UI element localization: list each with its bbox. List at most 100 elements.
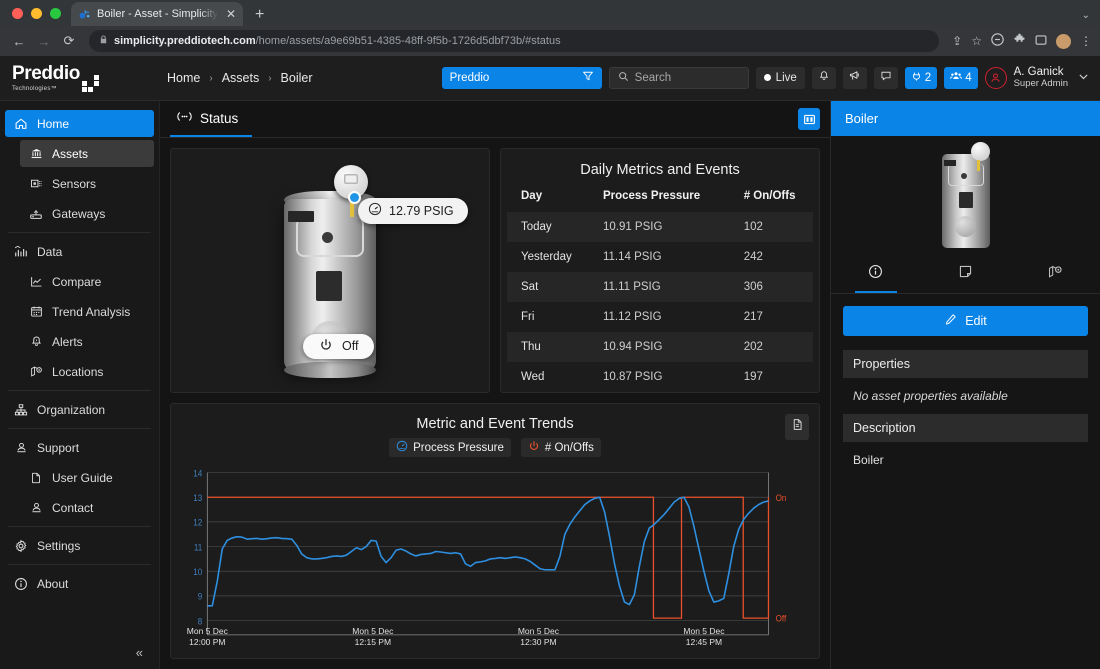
x-tick-label: Mon 5 Dec 12:15 PM xyxy=(352,626,394,648)
sidebar-item-gateways[interactable]: Gateways xyxy=(20,200,154,227)
window-expand-icon[interactable]: ⌄ xyxy=(1082,10,1090,21)
sidebar-item-settings[interactable]: Settings xyxy=(5,532,154,559)
legend-item-process-pressure[interactable]: Process Pressure xyxy=(389,438,511,457)
sidebar-item-label: Settings xyxy=(37,538,81,553)
back-button[interactable]: ← xyxy=(8,30,30,52)
broadcast-icon xyxy=(176,110,193,126)
browser-action-icons: ⇪ ☆ ⋮ xyxy=(948,33,1092,49)
chart-export-button[interactable] xyxy=(785,414,809,440)
sidebar-item-locations[interactable]: Locations xyxy=(20,358,154,385)
table-row[interactable]: Fri 11.12 PSIG 217 xyxy=(507,302,813,332)
table-row[interactable]: Yesterday 11.14 PSIG 242 xyxy=(507,242,813,272)
live-status-chip[interactable]: Live xyxy=(755,66,805,89)
top-row: 12.79 PSIG Off Daily Metrics and Events … xyxy=(170,148,820,393)
sensor-point-marker[interactable] xyxy=(350,192,359,202)
cell-pressure: 10.94 PSIG xyxy=(588,332,730,362)
new-tab-button[interactable]: + xyxy=(243,7,274,26)
brand-logo[interactable]: Preddio Technologies™ xyxy=(0,64,155,92)
sidebar-item-sensors[interactable]: Sensors xyxy=(20,170,154,197)
tab-notes[interactable] xyxy=(921,256,1011,293)
table-row[interactable]: Wed 10.87 PSIG 197 xyxy=(507,362,813,392)
chrome-menu-icon[interactable]: ⋮ xyxy=(1080,34,1092,48)
tab-status[interactable]: Status xyxy=(170,101,253,137)
org-filter-dropdown[interactable]: Preddio xyxy=(441,66,602,89)
people-badge[interactable]: 4 xyxy=(944,66,978,89)
reload-button[interactable]: ⟳ xyxy=(58,30,80,52)
extension-circle-icon[interactable] xyxy=(991,33,1004,49)
browser-tabstrip: Boiler - Asset - Simplicity Clou ✕ + ⌄ xyxy=(0,0,1100,26)
cell-day: Wed xyxy=(521,371,545,383)
notifications-button[interactable] xyxy=(811,66,836,89)
sidebar-item-support[interactable]: Support xyxy=(5,434,154,461)
bell-icon xyxy=(818,69,830,87)
table-row[interactable]: Today 10.91 PSIG 102 xyxy=(507,212,813,242)
forward-button[interactable]: → xyxy=(33,30,55,52)
power-icon xyxy=(528,440,540,455)
bookmark-star-icon[interactable]: ☆ xyxy=(971,34,982,48)
cell-onoffs: 202 xyxy=(729,332,813,362)
sidebar-item-contact[interactable]: Contact xyxy=(20,494,154,521)
chrome-profile-avatar[interactable] xyxy=(1056,33,1071,49)
search-input[interactable]: Search xyxy=(608,66,749,89)
tab-map[interactable] xyxy=(1010,256,1100,293)
user-info[interactable]: A. Ganick Super Admin xyxy=(1014,66,1068,90)
sidebar-item-data[interactable]: Data xyxy=(5,238,154,265)
plug-badge[interactable]: 2 xyxy=(904,66,938,89)
minimize-window-button[interactable] xyxy=(31,7,42,19)
sidebar-item-trend-analysis[interactable]: Trend Analysis xyxy=(20,298,154,325)
legend-item-onoffs[interactable]: # On/Offs xyxy=(520,438,601,457)
org-chart-icon xyxy=(13,403,29,417)
sidepanel-icon[interactable] xyxy=(1035,34,1047,49)
trends-plot[interactable]: 8 9 10 11 12 13 14 On Off Mon 5 Dec 12:00 PM Mon… xyxy=(181,463,809,654)
address-bar[interactable]: simplicity.preddiotech.com/home/assets/a… xyxy=(89,30,940,52)
share-icon[interactable]: ⇪ xyxy=(952,34,962,48)
sidebar-item-about[interactable]: About xyxy=(5,570,154,597)
close-tab-button[interactable]: ✕ xyxy=(224,8,236,20)
browser-tab[interactable]: Boiler - Asset - Simplicity Clou ✕ xyxy=(71,2,243,26)
sidebar-item-label: Sensors xyxy=(52,176,97,191)
sidebar-item-alerts[interactable]: Alerts xyxy=(20,328,154,355)
feedback-button[interactable] xyxy=(873,66,898,89)
tab-info[interactable] xyxy=(831,256,921,293)
browser-tab-title: Boiler - Asset - Simplicity Clou xyxy=(97,8,218,20)
table-row[interactable]: Thu 10.94 PSIG 202 xyxy=(507,332,813,362)
sidebar-item-label: Home xyxy=(37,116,70,131)
close-window-button[interactable] xyxy=(12,7,23,19)
sidebar-collapse-button[interactable]: « xyxy=(0,635,159,669)
sidebar-item-assets[interactable]: Assets xyxy=(20,140,154,167)
avatar[interactable] xyxy=(984,66,1007,89)
sidebar-item-compare[interactable]: Compare xyxy=(20,268,154,295)
column-header-onoffs: # On/Offs xyxy=(743,190,796,202)
extensions-puzzle-icon[interactable] xyxy=(1013,33,1026,49)
sidebar-item-home[interactable]: Home xyxy=(5,110,154,137)
live-indicator-icon xyxy=(763,74,771,82)
sidebar-item-user-guide[interactable]: User Guide xyxy=(20,464,154,491)
edit-button[interactable]: Edit xyxy=(843,306,1088,336)
sidebar: Home Assets Sensors Gateways Data Compar… xyxy=(0,101,160,669)
panel-layout-toggle[interactable] xyxy=(798,108,820,130)
boiler-illustration[interactable]: 12.79 PSIG Off xyxy=(284,164,468,378)
asset-detail-panel: Boiler Edit Properties No asset properti… xyxy=(830,101,1100,669)
maximize-window-button[interactable] xyxy=(50,7,61,19)
sensor-reading-tooltip[interactable]: 12.79 PSIG xyxy=(358,197,468,224)
power-icon xyxy=(319,338,333,355)
cell-pressure: 11.14 PSIG xyxy=(602,251,662,263)
announcements-button[interactable] xyxy=(842,66,867,89)
sidebar-item-label: User Guide xyxy=(52,470,113,485)
main-content: Status 12.79 PSIG Off Daily Metrics and … xyxy=(160,101,830,669)
bell-icon xyxy=(28,335,44,348)
chevron-down-icon[interactable] xyxy=(1075,70,1090,86)
sidebar-item-organization[interactable]: Organization xyxy=(5,396,154,423)
breadcrumb-item-assets[interactable]: Assets xyxy=(222,71,260,85)
tab-info-underline xyxy=(854,291,897,293)
column-header-day: Day xyxy=(521,190,543,202)
table-row[interactable]: Sat 11.11 PSIG 306 xyxy=(507,272,813,302)
info-icon xyxy=(868,264,883,284)
window-traffic-lights[interactable] xyxy=(8,0,71,26)
breadcrumb-item-home[interactable]: Home xyxy=(167,71,200,85)
svg-text:9: 9 xyxy=(198,591,203,602)
breadcrumb-item-boiler[interactable]: Boiler xyxy=(281,71,313,85)
power-state-pill[interactable]: Off xyxy=(303,333,375,359)
search-icon xyxy=(618,71,629,85)
data-icon xyxy=(13,245,29,259)
